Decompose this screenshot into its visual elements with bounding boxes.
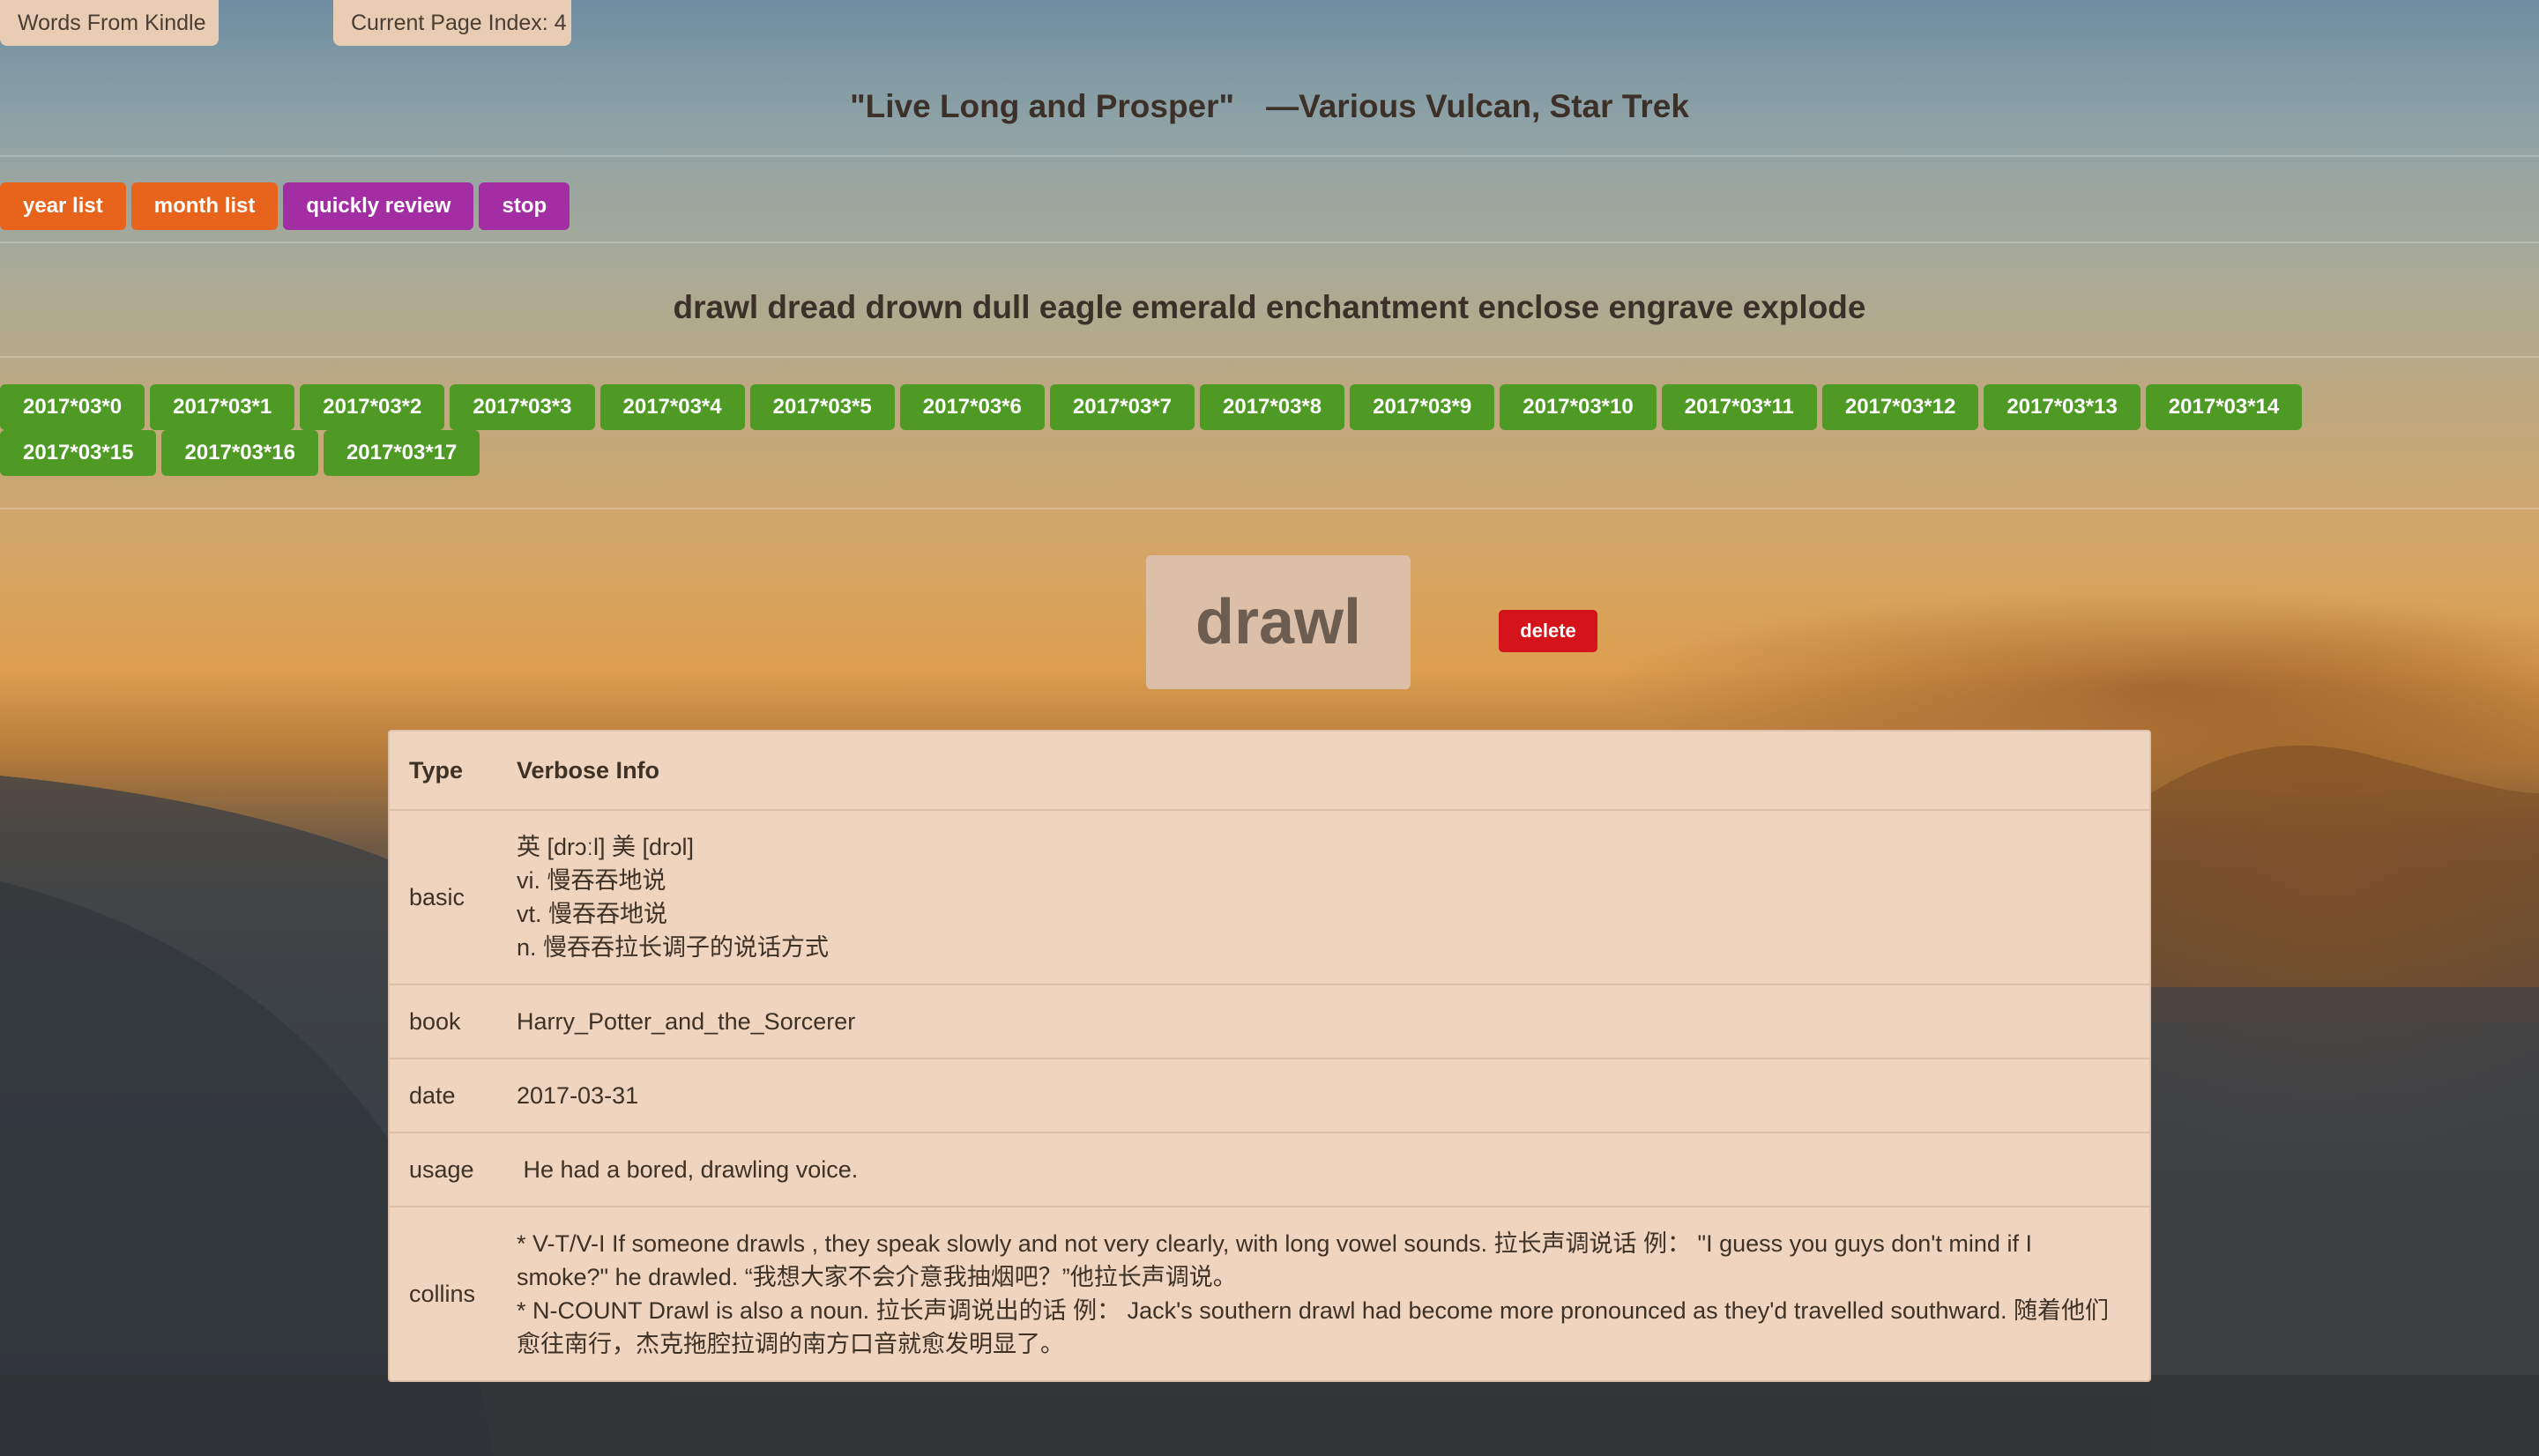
date-button[interactable]: 2017*03*13 — [1984, 384, 2141, 430]
page-index-indicator: Current Page Index: 4 — [333, 0, 571, 46]
table-row-basic: basic 英 [drɔːl] 美 [drɔl] vi. 慢吞吞地说 vt. 慢… — [390, 809, 2149, 984]
row-type-usage: usage — [390, 1132, 497, 1207]
control-bar: year list month list quickly review stop — [0, 182, 570, 230]
basic-line: n. 慢吞吞拉长调子的说话方式 — [517, 934, 830, 961]
divider — [0, 508, 2539, 509]
basic-line: vi. 慢吞吞地说 — [517, 867, 666, 894]
row-type-book: book — [390, 984, 497, 1059]
month-list-button[interactable]: month list — [130, 182, 279, 230]
date-button[interactable]: 2017*03*17 — [323, 430, 480, 476]
date-button[interactable]: 2017*03*14 — [2145, 384, 2303, 430]
date-button[interactable]: 2017*03*8 — [1200, 384, 1345, 430]
column-header-type: Type — [390, 732, 497, 811]
date-button[interactable]: 2017*03*12 — [1821, 384, 1979, 430]
row-info-book: Harry_Potter_and_the_Sorcerer — [497, 984, 2149, 1059]
date-button[interactable]: 2017*03*5 — [749, 384, 895, 430]
quote: "Live Long and Prosper" —Various Vulcan, … — [0, 88, 2539, 125]
table-row-usage: usage He had a bored, drawling voice. — [390, 1132, 2149, 1207]
date-button[interactable]: 2017*03*3 — [450, 384, 595, 430]
basic-line: 英 [drɔːl] 美 [drɔl] — [517, 834, 695, 860]
divider — [0, 241, 2539, 243]
quickly-review-button[interactable]: quickly review — [283, 182, 474, 230]
divider — [0, 356, 2539, 358]
collins-line: * N-COUNT Drawl is also a noun. 拉长声调说出的话… — [517, 1297, 2109, 1357]
column-header-verbose-info: Verbose Info — [497, 732, 2149, 811]
date-button[interactable]: 2017*03*11 — [1661, 384, 1817, 430]
date-button[interactable]: 2017*03*1 — [150, 384, 295, 430]
date-button[interactable]: 2017*03*2 — [300, 384, 445, 430]
date-button[interactable]: 2017*03*7 — [1049, 384, 1195, 430]
date-button[interactable]: 2017*03*10 — [1500, 384, 1657, 430]
date-button-grid: 2017*03*0 2017*03*1 2017*03*2 2017*03*3 … — [0, 384, 2433, 476]
row-type-date: date — [390, 1058, 497, 1133]
table-row-collins: collins * V-T/V-I If someone drawls , th… — [390, 1206, 2149, 1380]
date-button[interactable]: 2017*03*16 — [161, 430, 318, 476]
quote-text: "Live Long and Prosper" — [850, 88, 1235, 124]
quote-author: —Various Vulcan, Star Trek — [1266, 88, 1689, 124]
brand-button[interactable]: Words From Kindle — [0, 0, 219, 46]
stop-button[interactable]: stop — [479, 182, 570, 230]
current-word-card: drawl — [1146, 555, 1411, 689]
table-row-book: book Harry_Potter_and_the_Sorcerer — [390, 984, 2149, 1059]
date-button[interactable]: 2017*03*6 — [899, 384, 1045, 430]
table-row-date: date 2017-03-31 — [390, 1058, 2149, 1133]
date-button[interactable]: 2017*03*4 — [599, 384, 745, 430]
basic-line: vt. 慢吞吞地说 — [517, 901, 668, 927]
row-info-basic: 英 [drɔːl] 美 [drɔl] vi. 慢吞吞地说 vt. 慢吞吞地说 n… — [497, 809, 2149, 984]
year-list-button[interactable]: year list — [0, 182, 126, 230]
collins-line: * V-T/V-I If someone drawls , they speak… — [517, 1230, 2032, 1290]
date-button[interactable]: 2017*03*15 — [0, 430, 157, 476]
row-info-date: 2017-03-31 — [497, 1058, 2149, 1133]
word-list-strip: drawl dread drown dull eagle emerald enc… — [673, 289, 1866, 325]
date-button[interactable]: 2017*03*9 — [1350, 384, 1495, 430]
row-type-basic: basic — [390, 809, 497, 984]
divider — [0, 155, 2539, 157]
word-info-table: Type Verbose Info basic 英 [drɔːl] 美 [drɔ… — [388, 730, 2151, 1382]
date-button[interactable]: 2017*03*0 — [0, 384, 145, 430]
table-header-row: Type Verbose Info — [390, 732, 2149, 811]
row-info-collins: * V-T/V-I If someone drawls , they speak… — [497, 1206, 2149, 1380]
delete-button[interactable]: delete — [1499, 610, 1597, 652]
row-type-collins: collins — [390, 1206, 497, 1380]
row-info-usage: He had a bored, drawling voice. — [497, 1132, 2149, 1207]
